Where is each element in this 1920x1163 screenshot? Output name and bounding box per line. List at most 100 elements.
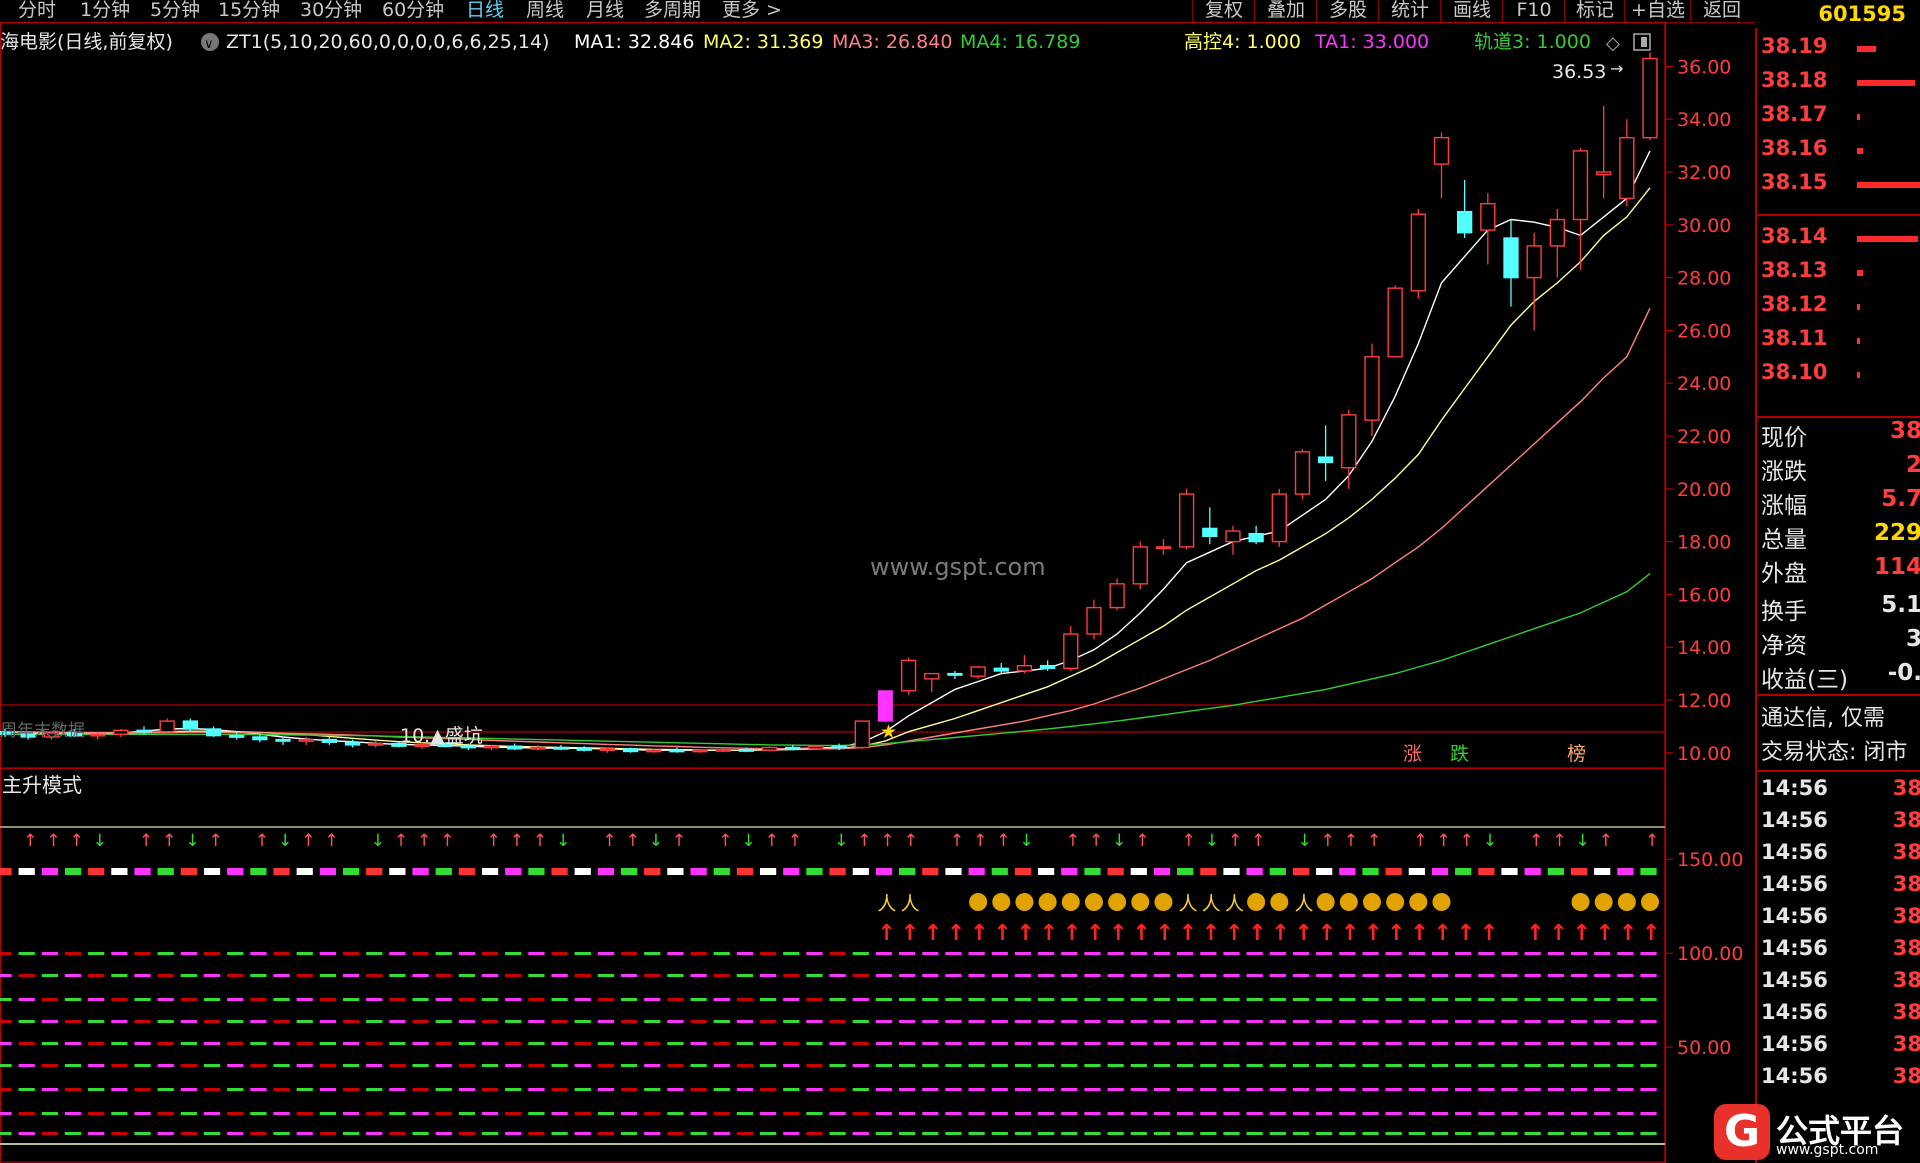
timeframe-9[interactable]: 多周期 — [644, 0, 701, 22]
price-axis: 36.00 34.00 32.00 30.00 28.00 26.00 24.00 22.00… — [0, 56, 1731, 765]
chart-area[interactable]: 海电影(日线,前复权) ∨ ZT1(5,10,20,60,0,0,0,0,6,6… — [0, 22, 1755, 1163]
timeframe-0[interactable]: 分时 — [18, 0, 56, 22]
signal-dash — [342, 1088, 360, 1091]
arrow-up-icon: ↑ — [1552, 831, 1566, 851]
signal-dash — [1246, 1132, 1263, 1135]
signal-dash — [64, 1088, 82, 1091]
flag-fall[interactable]: 跌 — [1450, 743, 1469, 765]
money-bag-icon — [1571, 893, 1590, 911]
signal-dash — [18, 1042, 35, 1045]
signal-dash — [899, 1064, 916, 1067]
signal-dash — [922, 1042, 939, 1045]
price-tick-label: 16.00 — [1677, 584, 1731, 606]
candle — [1642, 57, 1658, 139]
signal-dash — [18, 1064, 35, 1067]
signal-dash — [899, 1042, 916, 1045]
signal-dash — [1107, 1112, 1124, 1115]
signal-dash — [783, 998, 800, 1001]
signal-dash — [1130, 998, 1147, 1001]
timeframe-8[interactable]: 月线 — [586, 0, 624, 22]
signal-dash — [366, 1042, 383, 1045]
signal-dash — [1408, 1088, 1425, 1091]
toolbar-button-8[interactable]: 返回 — [1690, 0, 1753, 22]
diamond-icon[interactable]: ◇ — [1606, 33, 1620, 54]
quote-label: 外盘 — [1761, 561, 1807, 587]
signal-dash — [1524, 1042, 1541, 1045]
signal-dash — [111, 868, 128, 875]
quote-label: 收益(三) — [1761, 667, 1848, 693]
signal-dash — [1177, 974, 1194, 977]
toolbar-button-7[interactable]: +自选 — [1624, 0, 1691, 22]
tick-price: 38 — [1892, 1032, 1920, 1056]
arrow-up-icon: ↑ — [672, 831, 686, 851]
signal-dash — [412, 1112, 429, 1115]
signal-dash — [1478, 1064, 1495, 1067]
timeframe-5[interactable]: 60分钟 — [382, 0, 444, 22]
timeframe-2[interactable]: 5分钟 — [150, 0, 200, 22]
candle — [1317, 456, 1334, 464]
signal-dash — [597, 1112, 615, 1115]
toolbar-button-1[interactable]: 叠加 — [1254, 0, 1317, 22]
flag-rank[interactable]: 榜 — [1567, 743, 1586, 765]
buy-arrow-icon: ↑ — [1387, 921, 1405, 946]
toolbar-button-4[interactable]: 画线 — [1440, 0, 1503, 22]
signal-dash — [1385, 974, 1402, 977]
signal-dash — [1524, 952, 1541, 955]
chevron-down-icon: ∨ — [204, 37, 214, 52]
signal-dash — [1385, 1064, 1402, 1067]
candle — [1480, 202, 1496, 231]
signal-dash — [713, 998, 730, 1001]
signal-dash — [319, 1020, 336, 1023]
signal-dash — [1130, 1042, 1147, 1045]
signal-dash — [1316, 1020, 1333, 1023]
orderbook-row: 38.13 — [1757, 258, 1920, 292]
signal-dash — [644, 1020, 661, 1023]
signal-dash — [481, 1088, 499, 1091]
signal-dash — [852, 1112, 869, 1115]
buy-arrow-icon: ↑ — [1294, 921, 1312, 946]
quote-value: 5.1 — [1881, 592, 1920, 618]
runner-icon: 人 — [1202, 893, 1221, 915]
flag-rise[interactable]: 涨 — [1403, 743, 1422, 765]
tick-row: 14:56 38 — [1757, 808, 1920, 840]
signal-dash — [1570, 1064, 1588, 1067]
quote-row: 现价 38 — [1757, 418, 1920, 452]
signal-dash — [644, 952, 661, 955]
signal-dash — [945, 1088, 962, 1091]
signal-dash — [922, 1088, 939, 1091]
signal-dash — [667, 1132, 684, 1135]
signal-dash — [875, 1042, 893, 1045]
signal-dash — [1200, 998, 1217, 1001]
signal-dash — [667, 868, 684, 875]
timeframe-toolbar: 分时 1分钟 5分钟 15分钟 30分钟 60分钟 日线 周线 月线 多周期 更多 > 复权 叠加 多股统… — [0, 0, 1755, 23]
money-bag-icon — [992, 893, 1011, 911]
arrow-up-icon: ↑ — [1367, 831, 1381, 851]
timeframe-7[interactable]: 周线 — [526, 0, 564, 22]
toolbar-button-5[interactable]: F10 — [1502, 0, 1565, 22]
ma1-label: MA1: 32.846 — [574, 31, 694, 53]
signal-dash — [1617, 1112, 1634, 1115]
candle — [1456, 210, 1473, 234]
timeframe-1[interactable]: 1分钟 — [80, 0, 130, 22]
signal-dash — [41, 1020, 58, 1023]
price-tick-label: 30.00 — [1677, 215, 1731, 237]
toolbar-button-2[interactable]: 多股 — [1316, 0, 1379, 22]
signal-dash — [1177, 1042, 1194, 1045]
toolbar-button-0[interactable]: 复权 — [1192, 0, 1255, 22]
signal-dash — [644, 1088, 661, 1091]
signal-dash — [481, 1064, 499, 1067]
signal-dash — [875, 1132, 893, 1135]
timeframe-6[interactable]: 日线 — [466, 0, 504, 22]
signal-dash — [41, 1088, 58, 1091]
timeframe-4[interactable]: 30分钟 — [300, 0, 362, 22]
signal-dash — [991, 1112, 1008, 1115]
timeframe-10[interactable]: 更多 > — [722, 0, 782, 22]
signal-dash — [783, 1112, 800, 1115]
signal-dash — [1547, 1020, 1564, 1023]
indicator-tick-label: 150.00 — [1677, 849, 1743, 871]
signal-dash — [1269, 1132, 1286, 1135]
candle — [1132, 546, 1148, 585]
timeframe-3[interactable]: 15分钟 — [218, 0, 280, 22]
toolbar-button-3[interactable]: 统计 — [1378, 0, 1441, 22]
toolbar-button-6[interactable]: 标记 — [1564, 0, 1625, 22]
